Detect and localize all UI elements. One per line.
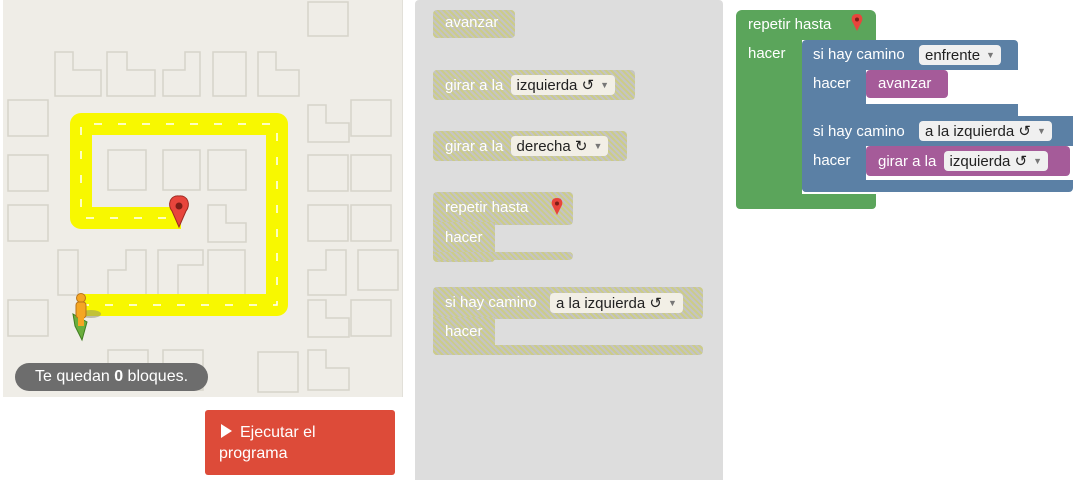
workspace-repeat-do-label: hacer (748, 45, 786, 62)
if-path-direction-dropdown[interactable]: a la izquierda ↺ ▼ (550, 293, 683, 313)
chevron-down-icon: ▼ (600, 80, 610, 90)
workspace-if-ahead-block[interactable]: si hay camino enfrente ▼ hacer avanzar (802, 40, 1018, 116)
turn-left-label: girar a la (878, 153, 937, 170)
if-path-label: si hay camino (445, 294, 537, 311)
play-icon (221, 424, 232, 438)
turn-left-direction-dropdown[interactable]: izquierda ↺ ▼ (943, 151, 1049, 171)
remaining-blocks-suffix: bloques. (127, 368, 189, 385)
remaining-blocks-badge: Te quedan 0 bloques. (15, 363, 209, 391)
turn-right-direction-dropdown[interactable]: derecha ↻ ▼ (510, 136, 609, 156)
if-left-label: si hay camino (813, 123, 905, 140)
toolbox-panel: avanzar girar a la izquierda ↺ ▼ girar a … (415, 0, 723, 480)
chevron-down-icon: ▼ (986, 50, 995, 60)
workspace-move-forward-block[interactable]: avanzar (866, 70, 948, 98)
if-ahead-direction-dropdown[interactable]: enfrente ▼ (919, 45, 1001, 65)
remaining-blocks-prefix: Te quedan (35, 368, 110, 385)
move-forward-label: avanzar (445, 14, 499, 31)
run-program-button[interactable]: Ejecutar el programa (205, 410, 395, 475)
maze-game-app: Te quedan 0 bloques. Ejecutar el program… (0, 0, 1083, 480)
workspace-repeat-label: repetir hasta (748, 16, 832, 33)
repeat-do-label: hacer (445, 229, 483, 246)
chevron-down-icon: ▼ (1033, 156, 1043, 166)
goal-marker-icon (551, 198, 563, 215)
chevron-down-icon: ▼ (667, 298, 677, 308)
run-program-label: Ejecutar el programa (219, 424, 316, 462)
workspace-turn-left-block[interactable]: girar a la izquierda ↺ ▼ (866, 146, 1070, 176)
if-ahead-do-label: hacer (813, 75, 851, 92)
turn-left-label: girar a la (445, 77, 504, 94)
goal-marker-icon (851, 14, 863, 31)
chevron-down-icon: ▼ (1036, 126, 1046, 136)
toolbox-if-path-block[interactable]: si hay camino a la izquierda ↺ ▼ hacer (433, 287, 703, 355)
toolbox-repeat-until-block[interactable]: repetir hasta hacer (433, 192, 573, 262)
if-ahead-label: si hay camino (813, 46, 905, 63)
maze-wall-tiles (7, 1, 399, 393)
toolbox-turn-right-block[interactable]: girar a la derecha ↻ ▼ (433, 131, 627, 161)
turn-left-direction-dropdown[interactable]: izquierda ↺ ▼ (510, 75, 616, 95)
toolbox-turn-left-block[interactable]: girar a la izquierda ↺ ▼ (433, 70, 635, 100)
chevron-down-icon: ▼ (593, 141, 603, 151)
if-left-direction-dropdown[interactable]: a la izquierda ↺ ▼ (919, 121, 1052, 141)
move-forward-label: avanzar (878, 75, 932, 92)
maze-board (7, 1, 399, 393)
remaining-blocks-count: 0 (114, 368, 124, 385)
repeat-until-label: repetir hasta (445, 199, 529, 216)
workspace-repeat-until-block[interactable]: repetir hasta hacer si hay camino enfren… (736, 10, 1076, 210)
maze-panel: Te quedan 0 bloques. (3, 0, 403, 397)
workspace-if-left-block[interactable]: si hay camino a la izquierda ↺ ▼ hacer gi… (802, 116, 1073, 192)
if-left-do-label: hacer (813, 152, 851, 169)
turn-right-label: girar a la (445, 138, 504, 155)
if-path-do-label: hacer (445, 323, 483, 340)
toolbox-move-forward-block[interactable]: avanzar (433, 10, 515, 38)
